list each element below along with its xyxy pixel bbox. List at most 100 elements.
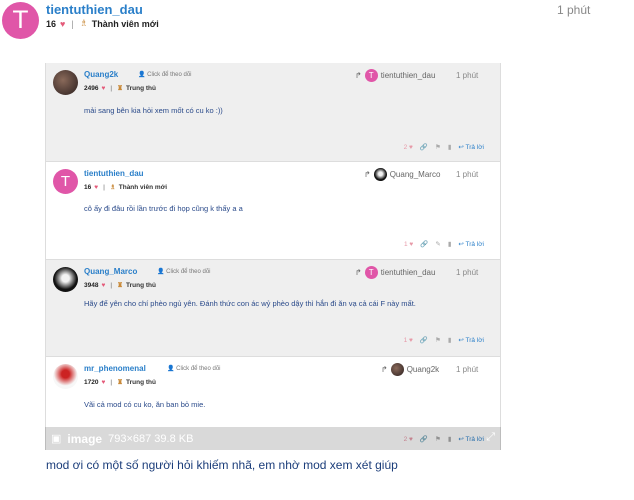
divider: | — [103, 183, 105, 191]
image-icon: ▣ — [51, 433, 62, 445]
bookmark-icon[interactable]: ▮ — [448, 143, 452, 151]
follow-link[interactable]: 👤 Click để theo dõi — [157, 268, 211, 275]
flag-icon[interactable]: ⚑ — [435, 143, 441, 151]
reply-arrow-icon: ↱ — [381, 365, 388, 374]
user-rank: Trung thủ — [125, 84, 156, 92]
link-icon[interactable]: 🔗 — [420, 240, 428, 248]
bookmark-icon[interactable]: ▮ — [448, 336, 452, 344]
quoted-time[interactable]: 1 phút — [456, 170, 478, 179]
quoted-username[interactable]: Quang_Marco — [84, 267, 137, 276]
reply-label: Trả lời — [465, 241, 484, 248]
user-rank: Trung thủ — [125, 378, 156, 386]
quoted-meta: 2496 ♥ | ♜ Trung thủ — [84, 84, 156, 93]
follow-label: Click để theo dõi — [147, 72, 192, 78]
like-count: 2 — [403, 143, 408, 151]
divider: | — [110, 84, 113, 92]
follow-icon: 👤 — [157, 269, 165, 275]
quoted-text: cô ấy đi đâu rồi lần trước đi họp cũng k… — [84, 204, 243, 213]
bookmark-icon[interactable]: ▮ — [448, 240, 452, 248]
quoted-meta: 16 ♥ | ♗ Thành viên mới — [84, 183, 167, 192]
embedded-image[interactable]: Quang2k 👤 Click để theo dõi 2496 ♥ | ♜ T… — [45, 63, 501, 450]
forum-post: T tientuthien_dau 16 ♥ | ♗ Thành viên mớ… — [0, 0, 634, 500]
reply-to-username: Quang_Marco — [389, 170, 441, 179]
like-button[interactable]: 2 ♥ — [404, 144, 413, 151]
like-count: 2496 — [84, 84, 99, 92]
divider: | — [110, 281, 113, 289]
avatar[interactable] — [53, 364, 78, 389]
like-count: 16 — [84, 183, 92, 191]
like-count: 3948 — [84, 281, 99, 289]
avatar[interactable]: T — [2, 2, 39, 39]
quoted-time[interactable]: 1 phút — [456, 365, 478, 374]
quoted-username[interactable]: Quang2k — [84, 70, 118, 79]
reply-to[interactable]: ↱ Quang2k — [381, 363, 439, 376]
rank-icon: ♜ — [117, 282, 123, 289]
rank-icon: ♜ — [117, 379, 123, 386]
post-actions: 1 ♥ 🔗 ⚑ ▮ ↩ Trả lời — [404, 336, 484, 345]
badge-icon: ♗ — [109, 184, 116, 191]
reply-to[interactable]: ↱ T tientuthien_dau — [355, 266, 435, 279]
divider: | — [71, 18, 74, 29]
quoted-text: mải sang bên kia hỏi xem mốt có cu ko :)… — [84, 106, 223, 115]
reply-to[interactable]: ↱ T tientuthien_dau — [355, 69, 435, 82]
quoted-text: Hãy để yên cho chí phèo ngủ yên. Đánh th… — [84, 299, 416, 308]
reply-arrow-icon: ↱ — [364, 170, 371, 179]
reply-to-username: tientuthien_dau — [380, 71, 436, 80]
reply-button[interactable]: ↩ Trả lời — [458, 336, 484, 344]
like-button[interactable]: 1 ♥ — [404, 337, 413, 344]
rank-icon: ♜ — [117, 85, 123, 92]
quoted-post: Quang2k 👤 Click để theo dõi 2496 ♥ | ♜ T… — [45, 63, 501, 161]
like-count: 1720 — [84, 378, 99, 386]
heart-icon: ♥ — [101, 84, 106, 92]
reply-avatar: T — [364, 69, 378, 82]
like-button[interactable]: 1 ♥ — [404, 241, 413, 248]
heart-icon: ♥ — [94, 183, 99, 191]
user-rank: Trung thủ — [125, 281, 156, 289]
quoted-meta: 3948 ♥ | ♜ Trung thủ — [84, 281, 156, 290]
reply-arrow-icon: ↱ — [355, 71, 362, 80]
reply-label: Trả lời — [465, 337, 484, 344]
follow-icon: 👤 — [138, 72, 146, 78]
link-icon[interactable]: 🔗 — [420, 143, 428, 151]
heart-icon: ♥ — [101, 281, 106, 289]
reply-avatar: T — [364, 266, 378, 279]
like-count: 1 — [403, 240, 408, 248]
reply-label: Trả lời — [465, 144, 484, 151]
post-actions: 1 ♥ 🔗 ✎ ▮ ↩ Trả lời — [404, 240, 484, 249]
post-meta: 16 ♥ | ♗ Thành viên mới — [46, 18, 159, 29]
avatar[interactable] — [53, 267, 78, 292]
expand-icon[interactable]: ⤢ — [486, 431, 495, 444]
quoted-post: Quang_Marco 👤 Click để theo dõi 3948 ♥ |… — [45, 259, 501, 356]
follow-link[interactable]: 👤 Click để theo dõi — [138, 71, 192, 78]
heart-icon: ♥ — [101, 378, 106, 386]
reply-to[interactable]: ↱ Quang_Marco — [364, 168, 440, 181]
follow-link[interactable]: 👤 Click để theo dõi — [167, 365, 221, 372]
divider: | — [110, 378, 113, 386]
quoted-time[interactable]: 1 phút — [456, 268, 478, 277]
image-title: image — [67, 431, 103, 446]
quoted-text: Vãi cả mod có cu ko, ăn ban bỏ mie. — [84, 400, 206, 409]
badge-icon: ♗ — [79, 18, 88, 28]
like-count: 1 — [403, 336, 408, 344]
flag-icon[interactable]: ⚑ — [435, 336, 441, 344]
post-body: mod ơi có một số người hỏi khiếm nhã, em… — [46, 458, 398, 472]
quoted-username[interactable]: tientuthien_dau — [84, 169, 144, 178]
quoted-time[interactable]: 1 phút — [456, 71, 478, 80]
quoted-username[interactable]: mr_phenomenal — [84, 364, 146, 373]
reply-button[interactable]: ↩ Trả lời — [458, 143, 484, 151]
post-username[interactable]: tientuthien_dau — [46, 2, 143, 17]
user-badge: Thành viên mới — [91, 18, 159, 29]
reply-button[interactable]: ↩ Trả lời — [458, 240, 484, 248]
reply-avatar — [390, 363, 404, 376]
avatar[interactable]: T — [53, 169, 78, 194]
reply-to-username: Quang2k — [406, 365, 440, 374]
link-icon[interactable]: 🔗 — [420, 336, 428, 344]
post-actions: 2 ♥ 🔗 ⚑ ▮ ↩ Trả lời — [404, 143, 484, 152]
follow-label: Click để theo dõi — [166, 269, 211, 275]
image-info: 793×687 39.8 KB — [108, 432, 194, 445]
reply-to-username: tientuthien_dau — [380, 268, 436, 277]
image-caption[interactable]: ▣ image 793×687 39.8 KB ⤢ — [45, 427, 501, 450]
edit-icon[interactable]: ✎ — [435, 240, 440, 248]
avatar[interactable] — [53, 70, 78, 95]
post-time[interactable]: 1 phút — [557, 3, 590, 17]
